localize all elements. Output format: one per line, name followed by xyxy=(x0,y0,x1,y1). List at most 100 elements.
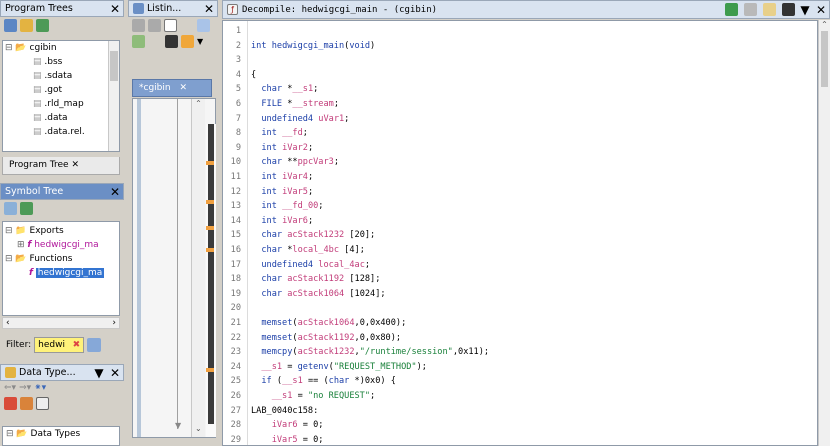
open-folder-icon[interactable] xyxy=(20,19,33,32)
code-line[interactable]: char *local_4bc [4]; xyxy=(251,243,365,258)
listing-view[interactable]: ▼ ⌃ ⌄ xyxy=(132,98,216,438)
close-icon[interactable]: ✕ xyxy=(107,184,123,200)
tree-root[interactable]: ⊟ 📂 cgibin xyxy=(5,41,119,55)
refresh-icon[interactable] xyxy=(725,3,738,16)
data-types-title: Data Type... xyxy=(19,367,76,378)
decompile-code-view[interactable]: 1 2 int hedwigcgi_main(void) 3 4{5 char *__s… xyxy=(222,20,818,446)
clear-filter-icon[interactable]: ✖ xyxy=(73,340,81,350)
tree-item[interactable]: ▤ .data.rel. xyxy=(5,125,119,139)
close-icon[interactable]: ✕ xyxy=(107,365,123,381)
forward-arrow-icon[interactable]: ⇒▾ xyxy=(19,383,31,393)
export-icon[interactable] xyxy=(763,3,776,16)
line-number: 11 xyxy=(230,172,241,182)
layout-icon[interactable] xyxy=(181,35,194,48)
new-tree-icon[interactable] xyxy=(4,19,17,32)
code-line[interactable]: char acStack1064 [1024]; xyxy=(251,287,385,302)
code-line[interactable]: FILE *__stream; xyxy=(251,97,339,112)
close-tab-icon[interactable]: ✕ xyxy=(71,160,79,170)
create-icon[interactable] xyxy=(4,202,17,215)
code-line[interactable]: memset(acStack1192,0,0x80); xyxy=(251,331,401,346)
code-line[interactable]: char acStack1192 [128]; xyxy=(251,272,380,287)
horizontal-scrollbar[interactable]: ‹ › xyxy=(2,317,120,329)
code-line[interactable]: int hedwigcgi_main(void) xyxy=(251,39,375,54)
close-icon[interactable]: ✕ xyxy=(813,2,829,18)
marker[interactable] xyxy=(206,248,214,252)
code-line[interactable]: int iVar4; xyxy=(251,170,313,185)
scroll-up-icon[interactable]: ⌃ xyxy=(819,20,830,29)
snapshot-icon[interactable] xyxy=(165,35,178,48)
filter-input[interactable]: hedwi ✖ xyxy=(34,337,85,353)
code-line[interactable]: if (__s1 == (char *)0x0) { xyxy=(251,374,396,389)
filter-off-icon[interactable] xyxy=(4,397,17,410)
line-number: 20 xyxy=(230,303,241,314)
code-line[interactable]: __s1 = "no REQUEST"; xyxy=(251,389,376,404)
code-line[interactable]: iVar5 = 0; xyxy=(251,433,324,445)
paste-icon[interactable] xyxy=(148,19,161,32)
functions-node[interactable]: ⊟ 📂 Functions xyxy=(5,252,119,266)
code-line[interactable]: memset(acStack1064,0,0x400); xyxy=(251,316,406,331)
close-tab-icon[interactable]: ✕ xyxy=(179,83,187,93)
snapshot-icon[interactable] xyxy=(782,3,795,16)
tree-item[interactable]: ▤ .bss xyxy=(5,55,119,69)
collapse-icon[interactable] xyxy=(36,397,49,410)
code-line[interactable]: int iVar5; xyxy=(251,185,313,200)
tree-item[interactable]: ▤ .data xyxy=(5,111,119,125)
scroll-right-icon[interactable]: › xyxy=(112,318,116,328)
scroll-down-icon[interactable]: ⌄ xyxy=(195,424,202,433)
code-line[interactable]: undefined4 uVar1; xyxy=(251,112,349,127)
cursor-icon[interactable] xyxy=(164,19,177,32)
code-line[interactable]: undefined4 local_4ac; xyxy=(251,258,370,273)
archive-icon[interactable] xyxy=(20,397,33,410)
filter-options-icon[interactable] xyxy=(87,338,102,352)
code-line[interactable]: LAB_0040c158: xyxy=(251,404,318,419)
scroll-thumb[interactable] xyxy=(110,51,118,81)
vertical-scrollbar[interactable] xyxy=(108,41,119,151)
marker[interactable] xyxy=(206,161,214,165)
menu-dropdown-icon[interactable]: ▼ xyxy=(91,365,107,381)
tab-cgibin[interactable]: *cgibin ✕ xyxy=(132,79,212,97)
scroll-thumb[interactable] xyxy=(821,31,828,87)
tree-item[interactable]: ▤ .rld_map xyxy=(5,97,119,111)
exports-node[interactable]: ⊟ 📁 Exports xyxy=(5,224,119,238)
field-edit-icon[interactable] xyxy=(197,19,210,32)
data-types-root[interactable]: Data Types xyxy=(31,429,81,439)
export-item[interactable]: ⊞ f hedwigcgi_ma xyxy=(5,238,119,252)
function-item[interactable]: f hedwigcgi_ma xyxy=(5,266,119,280)
close-icon[interactable]: ✕ xyxy=(201,1,217,17)
marker[interactable] xyxy=(206,226,214,230)
tab-program-tree[interactable]: Program Tree ✕ xyxy=(2,157,120,175)
code-line[interactable]: memcpy(acStack1232,"/runtime/session",0x… xyxy=(251,345,489,360)
vertical-scrollbar[interactable]: ⌃ xyxy=(818,20,830,446)
code-line[interactable]: __s1 = getenv("REQUEST_METHOD"); xyxy=(251,360,427,375)
back-arrow-icon[interactable]: ⇐▾ xyxy=(4,383,16,393)
vertical-scrollbar[interactable]: ⌃ ⌄ xyxy=(191,99,205,437)
code-line[interactable]: int iVar6; xyxy=(251,214,313,229)
tree-item[interactable]: ▤ .got xyxy=(5,83,119,97)
listing-toolbar: ▼ xyxy=(128,17,216,50)
code-line[interactable]: iVar6 = 0; xyxy=(251,418,324,433)
sync-icon[interactable]: ⁕▾ xyxy=(34,383,46,393)
overview-bar[interactable] xyxy=(206,124,216,437)
layout-dropdown-icon[interactable]: ▼ xyxy=(197,37,203,46)
marker[interactable] xyxy=(206,368,214,372)
code-line[interactable]: { xyxy=(251,68,256,83)
copy-icon[interactable] xyxy=(744,3,757,16)
marker[interactable] xyxy=(206,200,214,204)
menu-dropdown-icon[interactable]: ▼ xyxy=(797,2,813,18)
code-line[interactable]: int __fd; xyxy=(251,126,308,141)
code-line[interactable]: char *__s1; xyxy=(251,82,318,97)
close-icon[interactable]: ✕ xyxy=(107,1,123,17)
code-line[interactable]: int __fd_00; xyxy=(251,199,323,214)
document-icon[interactable] xyxy=(36,19,49,32)
line-number: 12 xyxy=(230,186,241,197)
decompiler-icon: ƒ xyxy=(227,4,238,15)
flow-icon[interactable] xyxy=(132,35,145,48)
code-line[interactable]: int iVar2; xyxy=(251,141,313,156)
code-line[interactable]: char **ppcVar3; xyxy=(251,155,339,170)
code-line[interactable]: char acStack1232 [20]; xyxy=(251,228,375,243)
scroll-left-icon[interactable]: ‹ xyxy=(6,318,10,328)
document-icon[interactable] xyxy=(20,202,33,215)
scroll-up-icon[interactable]: ⌃ xyxy=(192,99,205,108)
tree-item[interactable]: ▤ .sdata xyxy=(5,69,119,83)
copy-icon[interactable] xyxy=(132,19,145,32)
